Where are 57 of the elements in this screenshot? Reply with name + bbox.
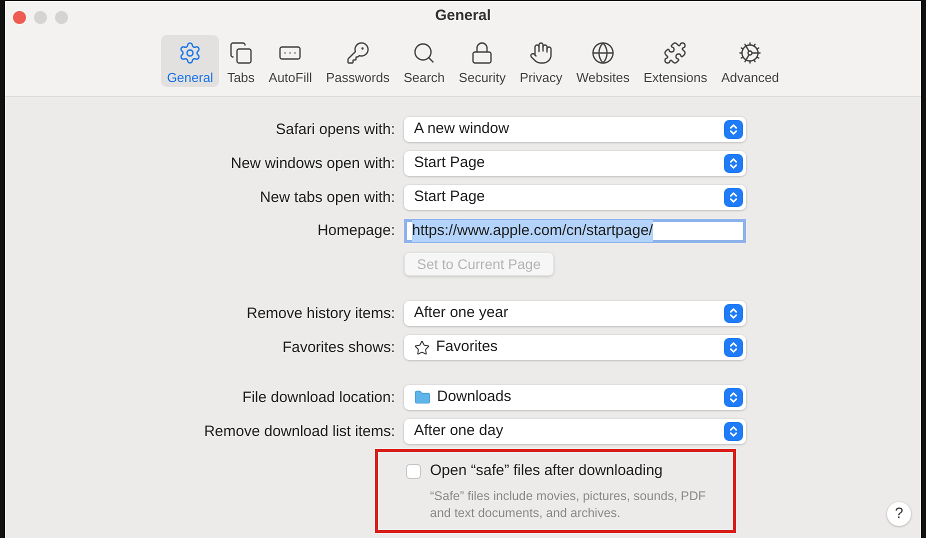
stepper-icon bbox=[724, 188, 743, 207]
popup-value: Downloads bbox=[437, 387, 512, 408]
stepper-icon bbox=[724, 422, 743, 441]
setting-label: New tabs open with: bbox=[260, 188, 395, 206]
setting-label: Remove download list items: bbox=[204, 422, 395, 440]
stepper-icon bbox=[724, 154, 743, 173]
window-title: General bbox=[435, 6, 491, 26]
popup-value: After one year bbox=[414, 303, 510, 324]
key-icon bbox=[346, 40, 370, 64]
setting-label: New windows open with: bbox=[230, 154, 395, 172]
setting-label: Favorites shows: bbox=[282, 338, 395, 356]
popup-menu[interactable]: Start Page bbox=[404, 185, 746, 210]
stepper-icon bbox=[724, 304, 743, 323]
toolbar-tab[interactable]: Extensions bbox=[638, 35, 714, 87]
popup-menu[interactable]: Downloads bbox=[404, 385, 746, 410]
popup-menu[interactable]: After one year bbox=[404, 301, 746, 326]
toolbar-tab[interactable]: Tabs bbox=[221, 35, 261, 87]
popup-menu[interactable]: A new window bbox=[404, 117, 746, 142]
lock-icon bbox=[470, 40, 494, 64]
close-button[interactable] bbox=[13, 11, 26, 24]
setting-label: Homepage: bbox=[317, 222, 395, 239]
star-icon bbox=[414, 340, 430, 356]
popup-menu[interactable]: After one day bbox=[404, 419, 746, 444]
stepper-icon bbox=[724, 338, 743, 357]
folder-icon bbox=[414, 389, 431, 406]
safe-files-note: “Safe” files include movies, pictures, sounds, PDF and text documents, and archives. bbox=[430, 488, 707, 522]
toolbar-tab[interactable]: Search bbox=[398, 35, 451, 87]
checkbox-label: Open “safe” files after downloading bbox=[430, 461, 663, 481]
zoom-button[interactable] bbox=[55, 11, 68, 24]
checkbox[interactable] bbox=[406, 464, 421, 479]
hand-icon bbox=[529, 40, 554, 64]
popup-value: A new window bbox=[414, 119, 510, 140]
globe-icon bbox=[591, 40, 615, 64]
stepper-icon bbox=[724, 388, 743, 407]
popup-value: Start Page bbox=[414, 187, 486, 208]
stacked-squares-icon bbox=[228, 40, 253, 64]
search-icon bbox=[412, 40, 436, 64]
setting-label: Safari opens with: bbox=[276, 120, 395, 138]
popup-value: Start Page bbox=[414, 153, 486, 174]
toolbar-tab[interactable]: AutoFill bbox=[262, 35, 318, 87]
gear-icon bbox=[178, 40, 202, 64]
minimize-button[interactable] bbox=[34, 11, 47, 24]
toolbar-tab[interactable]: Advanced bbox=[715, 35, 786, 87]
stepper-icon bbox=[724, 120, 743, 139]
toolbar-tab[interactable]: Privacy bbox=[514, 35, 568, 87]
popup-value: After one day bbox=[414, 421, 504, 442]
setting-label: Remove history items: bbox=[246, 304, 395, 322]
toolbar-tab[interactable]: Security bbox=[452, 35, 512, 87]
popup-menu[interactable]: Favorites bbox=[404, 335, 746, 360]
popup-value: Favorites bbox=[436, 337, 499, 358]
popup-menu[interactable]: Start Page bbox=[404, 151, 746, 176]
puzzle-icon bbox=[663, 40, 688, 64]
setting-label: File download location: bbox=[242, 388, 395, 406]
toolbar-tab[interactable]: Passwords bbox=[320, 35, 396, 87]
help-button[interactable]: ? bbox=[887, 502, 911, 526]
homepage-field[interactable]: https://www.apple.com/cn/startpage/ bbox=[404, 219, 746, 243]
toolbar-tab[interactable]: Websites bbox=[570, 35, 636, 87]
